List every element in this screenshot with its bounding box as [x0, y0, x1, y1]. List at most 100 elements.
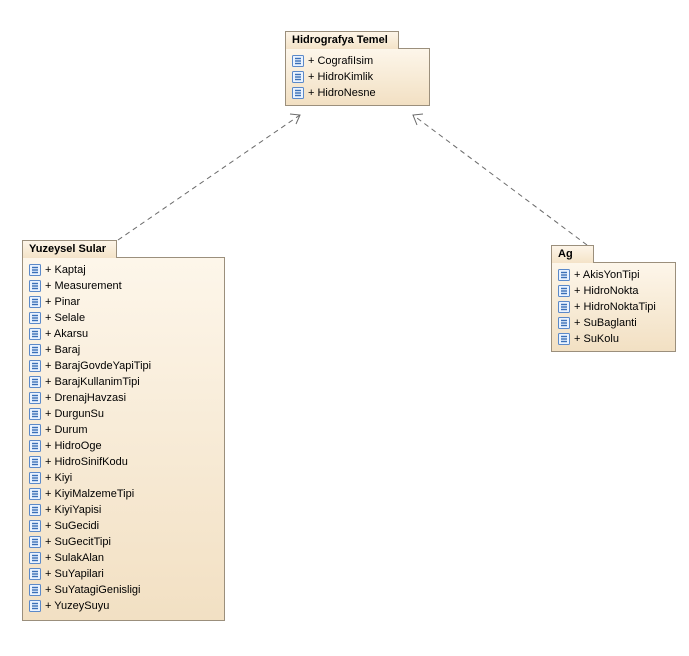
package-item[interactable]: + HidroKimlik [292, 69, 423, 85]
package-item[interactable]: + BarajKullanimTipi [29, 374, 218, 390]
package-item[interactable]: + Baraj [29, 342, 218, 358]
package-item-label: + Measurement [45, 278, 122, 294]
class-icon [29, 552, 41, 564]
package-item[interactable]: + Durum [29, 422, 218, 438]
class-icon [558, 285, 570, 297]
package-tab: Yuzeysel Sular [22, 240, 117, 258]
package-item-label: + SulakAlan [45, 550, 104, 566]
class-icon [29, 456, 41, 468]
class-icon [29, 568, 41, 580]
class-icon [29, 344, 41, 356]
package-item-label: + DurgunSu [45, 406, 104, 422]
package-item[interactable]: + Kaptaj [29, 262, 218, 278]
package-item[interactable]: + HidroNokta [558, 283, 669, 299]
package-item[interactable]: + BarajGovdeYapiTipi [29, 358, 218, 374]
package-title: Yuzeysel Sular [29, 243, 106, 255]
package-item[interactable]: + Pinar [29, 294, 218, 310]
class-icon [292, 71, 304, 83]
package-item[interactable]: + SuGecitTipi [29, 534, 218, 550]
package-item[interactable]: + SuGecidi [29, 518, 218, 534]
class-icon [29, 488, 41, 500]
package-item-label: + SuBaglanti [574, 315, 637, 331]
package-item[interactable]: + AkisYonTipi [558, 267, 669, 283]
package-item-label: + CografiIsim [308, 53, 373, 69]
class-icon [29, 520, 41, 532]
package-item-label: + SuYatagiGenisligi [45, 582, 141, 598]
package-item[interactable]: + DurgunSu [29, 406, 218, 422]
package-item-label: + BarajGovdeYapiTipi [45, 358, 151, 374]
package-item-label: + Kiyi [45, 470, 72, 486]
package-item[interactable]: + SuYapilari [29, 566, 218, 582]
package-title: Hidrografya Temel [292, 34, 388, 46]
package-item-label: + YuzeySuyu [45, 598, 109, 614]
package-item[interactable]: + KiyiMalzemeTipi [29, 486, 218, 502]
package-item[interactable]: + Selale [29, 310, 218, 326]
package-body: + AkisYonTipi+ HidroNokta+ HidroNoktaTip… [551, 262, 676, 352]
package-item-label: + DrenajHavzasi [45, 390, 126, 406]
class-icon [29, 328, 41, 340]
package-item-label: + KiyiYapisi [45, 502, 101, 518]
package-item[interactable]: + CografiIsim [292, 53, 423, 69]
class-icon [558, 301, 570, 313]
package-item-label: + SuKolu [574, 331, 619, 347]
package-item-label: + Durum [45, 422, 88, 438]
package-item-label: + HidroNoktaTipi [574, 299, 656, 315]
package-item[interactable]: + KiyiYapisi [29, 502, 218, 518]
package-body: + Kaptaj+ Measurement+ Pinar+ Selale+ Ak… [22, 257, 225, 621]
class-icon [558, 317, 570, 329]
package-item-label: + SuYapilari [45, 566, 104, 582]
class-icon [29, 296, 41, 308]
package-item-label: + Baraj [45, 342, 80, 358]
package-item-label: + SuGecitTipi [45, 534, 111, 550]
package-item-label: + Akarsu [45, 326, 88, 342]
package-item-label: + HidroKimlik [308, 69, 373, 85]
package-item[interactable]: + SuYatagiGenisligi [29, 582, 218, 598]
package-item[interactable]: + Measurement [29, 278, 218, 294]
class-icon [29, 392, 41, 404]
class-icon [29, 376, 41, 388]
package-item[interactable]: + SulakAlan [29, 550, 218, 566]
dependency-line [118, 115, 300, 240]
class-icon [29, 600, 41, 612]
arrow-head-icon [413, 114, 423, 125]
class-icon [29, 472, 41, 484]
package-item-label: + KiyiMalzemeTipi [45, 486, 134, 502]
class-icon [29, 408, 41, 420]
package-item[interactable]: + Kiyi [29, 470, 218, 486]
class-icon [29, 504, 41, 516]
class-icon [29, 264, 41, 276]
package-item-label: + HidroOge [45, 438, 102, 454]
package-tab: Ag [551, 245, 594, 263]
package-item[interactable]: + SuBaglanti [558, 315, 669, 331]
package-item[interactable]: + HidroNesne [292, 85, 423, 101]
class-icon [292, 87, 304, 99]
package-item-label: + SuGecidi [45, 518, 99, 534]
package-item-label: + HidroSinifKodu [45, 454, 128, 470]
package-tab: Hidrografya Temel [285, 31, 399, 49]
class-icon [29, 424, 41, 436]
package-item[interactable]: + HidroNoktaTipi [558, 299, 669, 315]
class-icon [29, 280, 41, 292]
class-icon [29, 440, 41, 452]
package-item-label: + HidroNesne [308, 85, 376, 101]
package-title: Ag [558, 248, 573, 260]
class-icon [29, 536, 41, 548]
class-icon [29, 312, 41, 324]
package-item[interactable]: + Akarsu [29, 326, 218, 342]
package-item[interactable]: + HidroOge [29, 438, 218, 454]
class-icon [29, 584, 41, 596]
package-item-label: + Kaptaj [45, 262, 86, 278]
package-item[interactable]: + YuzeySuyu [29, 598, 218, 614]
class-icon [558, 269, 570, 281]
package-item-label: + HidroNokta [574, 283, 639, 299]
package-item[interactable]: + DrenajHavzasi [29, 390, 218, 406]
package-item[interactable]: + SuKolu [558, 331, 669, 347]
class-icon [29, 360, 41, 372]
package-body: + CografiIsim+ HidroKimlik+ HidroNesne [285, 48, 430, 106]
package-item-label: + Pinar [45, 294, 80, 310]
diagram-canvas: Hidrografya Temel + CografiIsim+ HidroKi… [0, 0, 689, 656]
class-icon [558, 333, 570, 345]
package-item-label: + Selale [45, 310, 85, 326]
package-item[interactable]: + HidroSinifKodu [29, 454, 218, 470]
package-item-label: + BarajKullanimTipi [45, 374, 140, 390]
